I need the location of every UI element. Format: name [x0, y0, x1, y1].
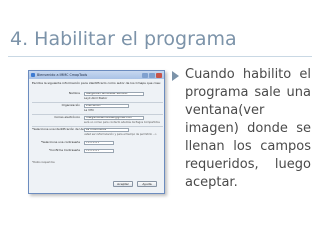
organization-label: Organización: [61, 103, 80, 107]
confirm-password-input[interactable]: ••••••••: [84, 149, 114, 153]
organization-line2: La VHC: [84, 108, 95, 112]
dialog-title: Bienvenido a IMMC CmapTools: [37, 73, 88, 77]
slide-title: 4. Habilitar el programa: [10, 28, 237, 50]
title-divider: [8, 56, 312, 57]
confirm-password-label: *Confirme Contraseña: [48, 148, 80, 152]
password-input[interactable]: ••••••••: [84, 141, 114, 145]
accept-button[interactable]: Aceptar: [113, 181, 133, 187]
email-label: Correo electrónico: [54, 115, 80, 119]
form-separator: [32, 114, 163, 115]
maximize-icon[interactable]: [149, 72, 155, 78]
required-note: *Datos requeridos: [32, 161, 55, 164]
dialog-titlebar: Bienvenido a IMMC CmapTools: [29, 71, 164, 79]
close-icon[interactable]: [156, 72, 162, 78]
name-label: Nombre: [68, 91, 80, 95]
userid-input[interactable]: La Informática: [84, 128, 129, 132]
name-last-value: Leyli Abril Pastor: [84, 96, 108, 100]
bullet-text: Cuando habilito el programa sale una ven…: [185, 67, 311, 190]
screenshot-dialog: Bienvenido a IMMC CmapTools Escriba la s…: [28, 70, 165, 194]
minimize-icon[interactable]: [142, 72, 148, 78]
email-input[interactable]: margaritahernandez@gmail.com: [84, 116, 144, 120]
bullet-arrow-icon: [172, 71, 179, 81]
dialog-intro: Escriba la siguiente información para id…: [32, 81, 161, 85]
password-label: *Seleccione una contraseña: [40, 140, 80, 144]
email-note: será un correo para contacto además de P…: [84, 121, 160, 124]
app-icon: [31, 73, 35, 77]
userid-note: usted ser reformulación y para el tiempo…: [84, 133, 157, 136]
help-button[interactable]: Ayuda: [137, 181, 157, 187]
userid-label: *Seleccione una identificación de Usuari…: [32, 127, 91, 131]
form-separator: [32, 102, 163, 103]
